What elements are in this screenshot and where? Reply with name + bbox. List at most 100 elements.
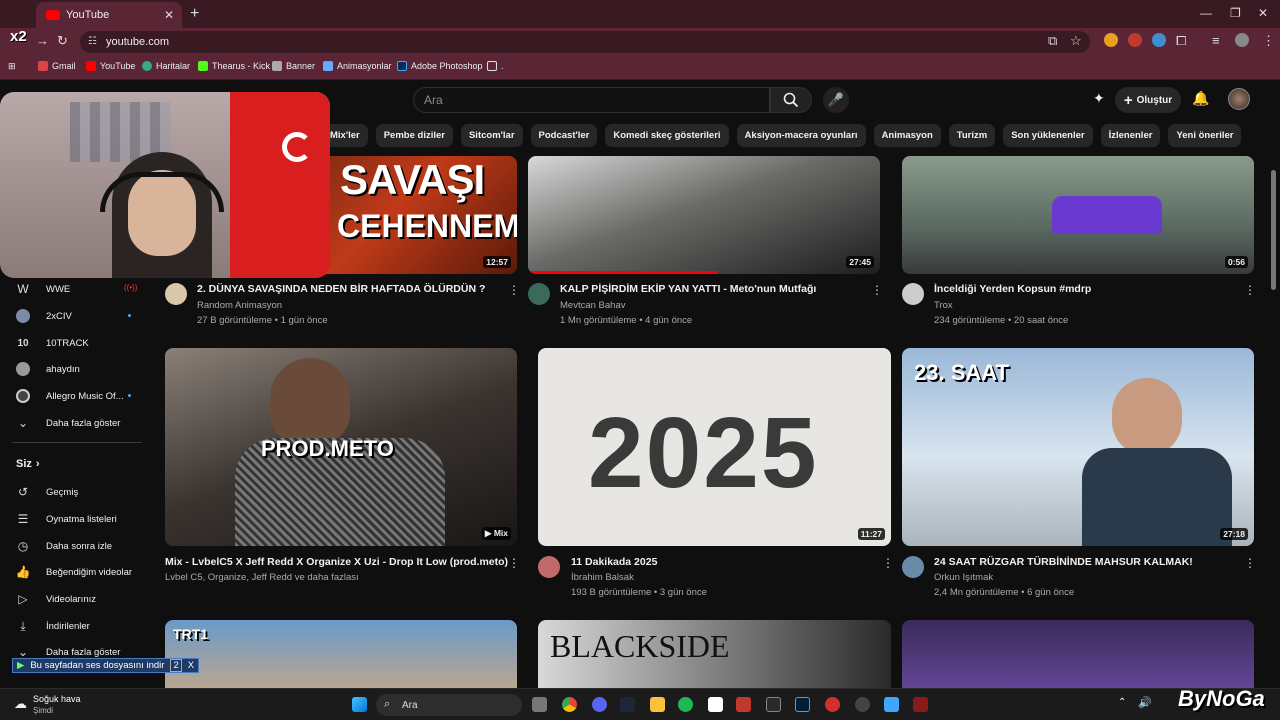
video-thumbnail[interactable]: BLACKSIDE xyxy=(538,620,891,688)
bookmark-gmail[interactable]: Gmail xyxy=(38,61,76,71)
you-header[interactable]: Siz › xyxy=(16,458,40,470)
profile-icon[interactable] xyxy=(1235,33,1249,47)
reload-icon[interactable]: ↻ xyxy=(57,33,68,49)
app-icon[interactable] xyxy=(855,697,870,712)
bookmark-banner[interactable]: Banner xyxy=(272,61,315,71)
close-tab-icon[interactable]: ✕ xyxy=(164,8,174,22)
extension-icon[interactable] xyxy=(1128,33,1142,47)
tab-youtube[interactable]: YouTube ✕ xyxy=(36,2,182,28)
app-icon[interactable] xyxy=(913,697,928,712)
mic-button[interactable]: 🎤 xyxy=(823,87,849,113)
channel-name[interactable]: Trox xyxy=(934,300,953,311)
video-title[interactable]: 24 SAAT RÜZGAR TÜRBİNİNDE MAHSUR KALMAK! xyxy=(934,556,1193,568)
video-thumbnail[interactable]: 0:56 xyxy=(902,156,1254,274)
more-options-icon[interactable]: ⋮ xyxy=(508,556,520,570)
sidebar-item-watch-later[interactable]: ◷ Daha sonra izle xyxy=(16,539,112,553)
menu-icon[interactable]: ⋮ xyxy=(1262,33,1275,49)
windows-start-icon[interactable] xyxy=(352,697,367,712)
chip[interactable]: Komedi skeç gösterileri xyxy=(605,124,729,147)
window-close-icon[interactable]: ✕ xyxy=(1258,6,1268,20)
maximize-icon[interactable]: ❐ xyxy=(1230,6,1241,20)
extension-icon[interactable] xyxy=(1104,33,1118,47)
tray-chevron-icon[interactable]: ⌃ xyxy=(1118,697,1126,708)
video-title[interactable]: Mix - LvbelC5 X Jeff Redd X Organize X U… xyxy=(165,556,508,568)
bell-icon[interactable]: 🔔 xyxy=(1192,90,1209,107)
create-button[interactable]: + Oluştur xyxy=(1115,87,1181,113)
chip[interactable]: Son yüklenenler xyxy=(1003,124,1093,147)
chip[interactable]: Turizm xyxy=(948,124,996,147)
more-options-icon[interactable]: ⋮ xyxy=(1244,556,1256,570)
discord-icon[interactable] xyxy=(592,697,607,712)
app-icon[interactable] xyxy=(884,697,899,712)
video-thumbnail[interactable]: 27:45 xyxy=(528,156,880,274)
scrollbar-thumb[interactable] xyxy=(1271,170,1276,290)
bookmark-maps[interactable]: Haritalar xyxy=(142,61,190,71)
task-view-icon[interactable] xyxy=(532,697,547,712)
channel-avatar[interactable] xyxy=(902,556,924,578)
sidebar-item-allegro[interactable]: Allegro Music Of... xyxy=(16,389,124,403)
weather-text[interactable]: Soğuk hava xyxy=(33,694,81,704)
more-options-icon[interactable]: ⋮ xyxy=(882,556,894,570)
video-title[interactable]: 11 Dakikada 2025 xyxy=(571,556,657,568)
sidebar-item-your-videos[interactable]: ▷ Videolarınız xyxy=(16,592,96,606)
video-title[interactable]: İnceldiği Yerden Kopsun #mdrp xyxy=(934,283,1091,295)
new-tab-icon[interactable]: + xyxy=(190,5,199,23)
video-thumbnail[interactable] xyxy=(902,620,1254,688)
steam-icon[interactable] xyxy=(620,697,635,712)
bookmark-animasyonlar[interactable]: Animasyonlar xyxy=(323,61,392,71)
minimize-icon[interactable]: — xyxy=(1200,6,1212,20)
extension-icon[interactable] xyxy=(1152,33,1166,47)
video-thumbnail[interactable]: TRT1 xyxy=(165,620,517,688)
channel-avatar[interactable] xyxy=(528,283,550,305)
sidebar-item-liked[interactable]: 👍 Beğendiğim videolar xyxy=(16,565,133,579)
account-avatar[interactable] xyxy=(1228,88,1250,110)
chrome-icon[interactable] xyxy=(562,697,577,712)
sidebar-item-downloads[interactable]: ⤓ İndirilenler xyxy=(16,619,89,633)
show-more-button-2[interactable]: ⌄ Daha fazla göster xyxy=(16,645,121,659)
channel-name[interactable]: Orkun Işıtmak xyxy=(934,572,993,583)
spotify-icon[interactable] xyxy=(678,697,693,712)
more-options-icon[interactable]: ⋮ xyxy=(508,283,520,297)
sidebar-item-history[interactable]: ↺ Geçmiş xyxy=(16,485,78,499)
sparkle-icon[interactable]: ✦ xyxy=(1093,90,1105,107)
search-input[interactable]: Ara xyxy=(413,87,770,113)
sidebar-item-wwe[interactable]: W WWE xyxy=(16,282,70,296)
channel-avatar[interactable] xyxy=(165,283,187,305)
folder-icon[interactable] xyxy=(650,697,665,712)
omnibox[interactable]: ☷ youtube.com xyxy=(80,31,1090,53)
bookmark-photoshop[interactable]: Adobe Photoshop xyxy=(397,61,483,71)
taskbar-search[interactable]: ⌕ Ara xyxy=(376,694,522,716)
chip[interactable]: Pembe diziler xyxy=(375,124,453,147)
puzzle-icon[interactable]: ⧠ xyxy=(1176,33,1186,49)
epic-games-icon[interactable] xyxy=(766,697,781,712)
channel-name[interactable]: Random Animasyon xyxy=(197,300,282,311)
video-thumbnail[interactable]: PROD.METO ▶ Mix xyxy=(165,348,517,546)
sidebar-item-2xciv[interactable]: 2xCIV xyxy=(16,309,72,323)
channel-avatar[interactable] xyxy=(538,556,560,578)
more-options-icon[interactable]: ⋮ xyxy=(871,283,883,297)
sidebar-item-playlists[interactable]: ☰ Oynatma listeleri xyxy=(16,512,117,526)
close-icon[interactable]: X xyxy=(188,660,194,671)
download-audio-bar[interactable]: ▶ Bu sayfadan ses dosyasını indir 2 X xyxy=(12,658,200,673)
chip[interactable]: Aksiyon-macera oyunları xyxy=(736,124,866,147)
capcut-icon[interactable] xyxy=(708,697,723,712)
bookmark-kick[interactable]: Thearus - Kick xyxy=(198,61,270,71)
apps-icon[interactable]: ⊞ xyxy=(8,61,16,72)
channel-avatar[interactable] xyxy=(902,283,924,305)
channel-name[interactable]: Mevtcan Bahav xyxy=(560,300,625,311)
show-more-button[interactable]: ⌄ Daha fazla göster xyxy=(16,416,121,430)
photoshop-icon[interactable] xyxy=(795,697,810,712)
video-thumbnail[interactable]: 23. SAAT 27:18 xyxy=(902,348,1254,546)
star-icon[interactable]: ☆ xyxy=(1070,33,1082,49)
channel-name[interactable]: Lvbel C5, Organize, Jeff Redd ve daha fa… xyxy=(165,572,359,583)
chip[interactable]: İzlenenler xyxy=(1100,124,1161,147)
bookmark-folder[interactable]: . xyxy=(487,61,504,71)
forward-icon[interactable]: → xyxy=(36,33,49,48)
search-button[interactable] xyxy=(770,87,812,113)
channel-name[interactable]: İbrahim Balsak xyxy=(571,572,634,583)
chip[interactable]: Podcast'ler xyxy=(530,124,598,147)
chip[interactable]: Animasyon xyxy=(873,124,941,147)
site-info-icon[interactable]: ☷ xyxy=(88,36,97,47)
bookmark-youtube[interactable]: YouTube xyxy=(86,61,135,71)
media-icon[interactable]: ≡ xyxy=(1212,33,1220,48)
